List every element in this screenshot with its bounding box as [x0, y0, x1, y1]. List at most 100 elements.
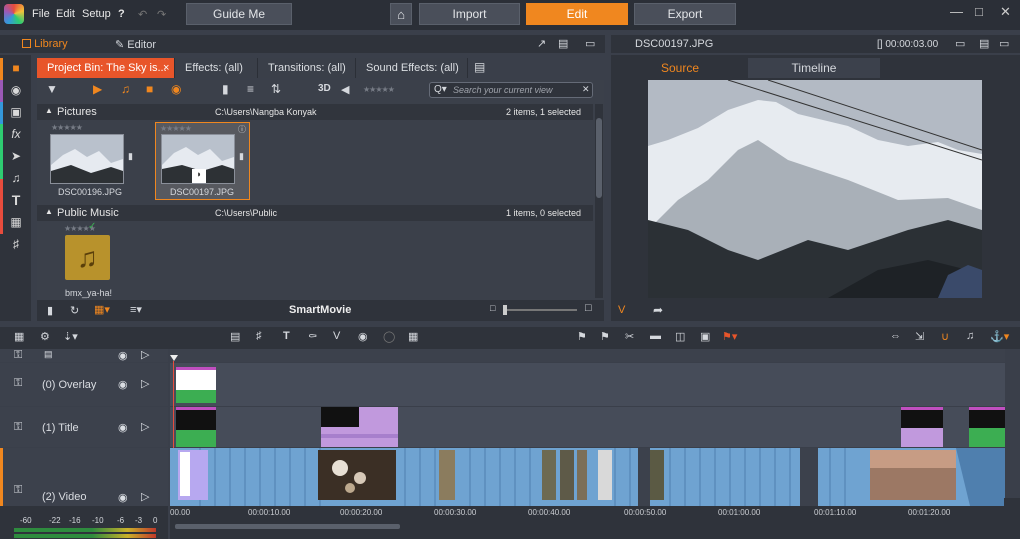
tab-timeline[interactable]: Timeline: [748, 58, 880, 78]
audio-scrub-icon[interactable]: ♫: [966, 330, 974, 342]
titles-icon[interactable]: T: [8, 192, 24, 208]
zoom-slider-handle[interactable]: [503, 305, 507, 315]
maximize-icon[interactable]: □: [975, 4, 983, 19]
track-header-overlay[interactable]: ⚿ (0) Overlay ◉ ▷: [0, 363, 168, 406]
speaker-icon[interactable]: ▷: [141, 377, 149, 390]
eye-icon[interactable]: ◉: [118, 421, 128, 434]
collections-icon[interactable]: ◉: [8, 82, 24, 98]
speaker-icon[interactable]: ▷: [141, 420, 149, 433]
speaker-icon[interactable]: ▷: [141, 490, 149, 503]
menu-file[interactable]: File: [32, 8, 50, 20]
search-input[interactable]: Search your current view: [453, 85, 553, 95]
scrollbar-thumb[interactable]: [596, 118, 602, 198]
transitions-icon[interactable]: ➤: [8, 148, 24, 164]
editor-tab[interactable]: ✎ Editor: [115, 38, 156, 51]
layout-icon[interactable]: ▭: [999, 37, 1009, 50]
tab-close-icon[interactable]: ×: [163, 62, 169, 74]
float-icon[interactable]: ▤: [558, 37, 568, 50]
sort-icon[interactable]: ⇅: [271, 82, 281, 96]
collapse-icon[interactable]: ▲: [45, 106, 53, 115]
project-filter-icon[interactable]: ◉: [171, 82, 181, 96]
video-track-clips[interactable]: [170, 448, 1005, 506]
tab-project-bin[interactable]: Project Bin: The Sky is... ×: [37, 58, 175, 78]
menu-setup[interactable]: Setup: [82, 8, 111, 20]
audio-mixer-icon[interactable]: ▤: [230, 330, 240, 343]
redo-icon[interactable]: ↷: [157, 8, 166, 21]
title-clip[interactable]: [321, 407, 398, 447]
library-scrollbar[interactable]: [595, 104, 603, 298]
float-icon[interactable]: ▤: [979, 37, 989, 50]
music-icon[interactable]: ♫: [8, 170, 24, 186]
timeline-scrollbar[interactable]: [175, 524, 400, 529]
folder-icon[interactable]: ▮: [222, 82, 229, 96]
eye-icon[interactable]: ◉: [118, 349, 128, 362]
search-box[interactable]: Q▾ Search your current view ✕: [429, 82, 593, 98]
image-icon[interactable]: ▦: [408, 330, 418, 343]
close-icon[interactable]: ✕: [1000, 4, 1011, 20]
insert-mode-icon[interactable]: ⚓▾: [990, 330, 1009, 343]
scorefitter-icon[interactable]: ♯: [256, 330, 262, 342]
group-pictures[interactable]: ▲ Pictures C:\Users\Nangba Konyak 2 item…: [37, 104, 593, 120]
thumbnail-view-icon[interactable]: ▦▾: [94, 303, 110, 316]
info-icon[interactable]: ⓘ: [238, 124, 246, 135]
3d-filter-button[interactable]: 3D: [318, 83, 331, 94]
title-clip[interactable]: [176, 407, 216, 447]
razor-icon[interactable]: ▬: [650, 330, 661, 342]
export-button[interactable]: Export: [634, 3, 736, 25]
mode-icon[interactable]: ⇣▾: [63, 330, 78, 343]
lock-icon[interactable]: ⚿: [14, 349, 22, 362]
pin-icon[interactable]: ↗: [537, 37, 546, 50]
media-thumbnail[interactable]: [50, 134, 124, 184]
title-icon[interactable]: T: [283, 330, 290, 342]
split-icon[interactable]: ✂: [625, 330, 634, 343]
minimize-icon[interactable]: —: [950, 4, 963, 19]
magnet-icon[interactable]: ∪: [941, 330, 949, 343]
zoom-in-icon[interactable]: □: [585, 302, 592, 314]
home-button[interactable]: ⌂: [390, 3, 412, 25]
menu-edit[interactable]: Edit: [56, 8, 75, 20]
trim-icon[interactable]: ⇔: [890, 330, 901, 342]
eye-icon[interactable]: ◉: [118, 491, 128, 504]
eye-icon[interactable]: ◉: [118, 378, 128, 391]
guide-me-button[interactable]: Guide Me: [186, 3, 292, 25]
ripple-icon[interactable]: ⇲: [915, 330, 924, 343]
add-icon[interactable]: ▮: [47, 304, 53, 317]
edit-button[interactable]: Edit: [526, 3, 628, 25]
title-clip[interactable]: [901, 407, 943, 447]
tab-effects[interactable]: Effects: (all): [175, 58, 258, 78]
tab-source[interactable]: Source: [614, 58, 746, 78]
item-rating[interactable]: ★★★★★: [51, 123, 83, 132]
sound-effects-icon[interactable]: ♯: [8, 236, 24, 252]
library-tab[interactable]: Library: [22, 38, 68, 50]
music-thumbnail-icon[interactable]: ♫: [65, 235, 110, 280]
lock-icon[interactable]: ⚿: [14, 484, 22, 497]
fullscreen-icon[interactable]: ▭: [955, 37, 965, 50]
jump-icon[interactable]: ➦: [653, 303, 663, 317]
import-button[interactable]: Import: [419, 3, 520, 25]
item-rating[interactable]: ★★★★★: [160, 124, 192, 133]
layout-icon[interactable]: ▭: [585, 37, 595, 50]
smartmovie-button[interactable]: SmartMovie: [289, 304, 351, 316]
hide-tree-icon[interactable]: ▼: [46, 82, 58, 96]
title-clip[interactable]: [969, 407, 1005, 447]
view-list-icon[interactable]: ≡: [247, 82, 254, 96]
mask-icon[interactable]: ◯: [383, 330, 395, 343]
track-expand-icon[interactable]: ▤: [44, 349, 53, 360]
track-header-title[interactable]: ⚿ (1) Title ◉ ▷: [0, 407, 168, 447]
gear-icon[interactable]: ⚙: [40, 330, 50, 343]
app-logo-icon[interactable]: [4, 4, 24, 24]
group-public-music[interactable]: ▲ Public Music C:\Users\Public 1 items, …: [37, 205, 593, 221]
snapshot-icon[interactable]: ▣: [700, 330, 710, 343]
color-icon[interactable]: ◉: [358, 330, 368, 343]
add-marker-icon[interactable]: ⚑▾: [722, 330, 737, 343]
playhead-icon[interactable]: [170, 355, 178, 361]
list-view-icon[interactable]: ≡▾: [130, 303, 142, 316]
voiceover-icon[interactable]: ⚰: [308, 330, 317, 343]
project-bin-icon[interactable]: ■: [8, 60, 24, 76]
track-header-video[interactable]: ⚿ (2) Video ◉ ▷: [0, 448, 168, 506]
clear-search-icon[interactable]: ✕: [582, 84, 590, 95]
tab-sound-effects[interactable]: Sound Effects: (all): [356, 58, 468, 78]
tag-icon[interactable]: ◀: [341, 83, 349, 96]
tab-transitions[interactable]: Transitions: (all): [258, 58, 356, 78]
rating-filter[interactable]: ★★★★★: [363, 85, 395, 94]
